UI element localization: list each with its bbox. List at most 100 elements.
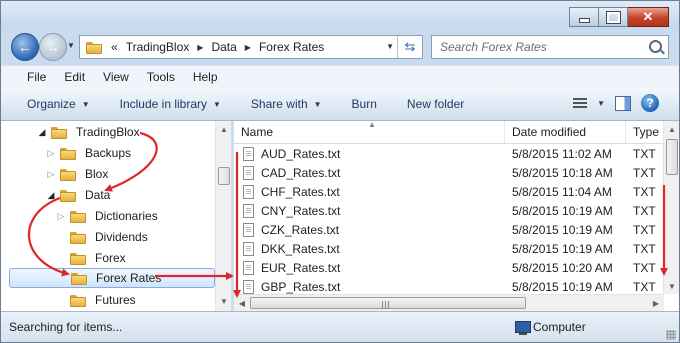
caption-buttons: ✕ <box>569 7 669 27</box>
forward-button[interactable]: → <box>39 33 67 61</box>
tree-item-label: Futures <box>95 293 136 307</box>
explorer-window: ✕ ← → ▼ « TradingBlox ▶ Data ▶ Forex Rat… <box>0 0 680 343</box>
search-input[interactable] <box>438 38 642 56</box>
tree-item-label: Dividends <box>95 230 148 244</box>
file-name: CHF_Rates.txt <box>261 185 340 199</box>
burn-button[interactable]: Burn <box>337 97 392 111</box>
back-button[interactable]: ← <box>11 33 39 61</box>
file-type: TXT <box>633 166 656 180</box>
include-in-library-button[interactable]: Include in library ▼ <box>105 97 236 111</box>
new-folder-button[interactable]: New folder <box>392 97 479 111</box>
breadcrumb-chevron-icon[interactable]: ▶ <box>245 43 251 52</box>
minimize-button[interactable] <box>569 7 599 27</box>
forward-arrow-icon: → <box>46 39 60 55</box>
file-list-vertical-scrollbar[interactable]: ▲ ▼ <box>663 121 679 294</box>
tree-item-blox[interactable]: ▷ Blox <box>46 164 109 184</box>
maximize-button[interactable] <box>599 7 628 27</box>
scroll-thumb[interactable] <box>250 297 526 309</box>
folder-icon <box>60 147 76 160</box>
tree-item-futures[interactable]: Futures <box>56 290 136 310</box>
scroll-thumb[interactable] <box>666 139 678 175</box>
address-dropdown-icon[interactable]: ▼ <box>386 42 394 51</box>
column-header-date[interactable]: Date modified <box>505 121 626 143</box>
tree-item-label: Blox <box>85 167 109 181</box>
change-view-icon[interactable] <box>573 97 588 109</box>
tree-item-forex-rates[interactable]: Forex Rates <box>9 268 215 288</box>
menu-edit[interactable]: Edit <box>55 70 94 84</box>
file-row[interactable]: CAD_Rates.txt 5/8/2015 10:18 AM TXT <box>234 164 664 183</box>
preview-pane-icon[interactable] <box>615 95 631 111</box>
expand-icon[interactable]: ▷ <box>56 211 66 222</box>
scroll-down-icon[interactable]: ▼ <box>216 293 231 309</box>
file-date: 5/8/2015 10:19 AM <box>512 280 613 294</box>
nav-pane-scrollbar[interactable]: ▲ ▼ <box>215 121 231 311</box>
search-icon[interactable] <box>649 40 662 53</box>
tree-item-label: Backups <box>85 146 132 160</box>
status-location: Computer <box>533 320 586 334</box>
refresh-button[interactable]: ⇆ <box>397 36 422 58</box>
scroll-left-icon[interactable]: ◀ <box>234 295 250 311</box>
address-row: ← → ▼ « TradingBlox ▶ Data ▶ Forex Rates… <box>1 31 679 63</box>
collapse-icon[interactable]: ◢ <box>37 127 47 138</box>
file-type: TXT <box>633 147 656 161</box>
recent-pages-dropdown[interactable]: ▼ <box>67 41 75 50</box>
minimize-icon <box>578 17 590 23</box>
file-date: 5/8/2015 10:20 AM <box>512 261 613 275</box>
breadcrumb-overflow[interactable]: « <box>111 40 118 54</box>
breadcrumb-chevron-icon[interactable]: ▶ <box>197 43 203 52</box>
expand-icon[interactable]: ▷ <box>46 148 56 159</box>
organize-button[interactable]: Organize ▼ <box>1 97 105 111</box>
resize-grip-icon[interactable] <box>666 330 676 340</box>
file-row[interactable]: DKK_Rates.txt 5/8/2015 10:19 AM TXT <box>234 240 664 259</box>
tree-item-tradingblox[interactable]: ◢ TradingBlox <box>37 122 140 142</box>
status-bar: Searching for items... Computer <box>1 311 679 342</box>
file-row[interactable]: CHF_Rates.txt 5/8/2015 11:04 AM TXT <box>234 183 664 202</box>
menu-file[interactable]: File <box>1 70 55 84</box>
file-list-horizontal-scrollbar[interactable]: ◀ ▶ <box>234 294 664 311</box>
share-with-button[interactable]: Share with ▼ <box>236 97 337 111</box>
folder-icon <box>70 210 86 223</box>
tree-item-dividends[interactable]: Dividends <box>56 227 148 247</box>
file-row[interactable]: AUD_Rates.txt 5/8/2015 11:02 AM TXT <box>234 145 664 164</box>
organize-label: Organize <box>27 97 76 111</box>
tree-item-dictionaries[interactable]: ▷ Dictionaries <box>56 206 158 226</box>
expand-icon[interactable]: ▷ <box>46 169 56 180</box>
tree-item-forex[interactable]: Forex <box>56 248 126 268</box>
navigation-pane: ◢ TradingBlox ▷ Backups ▷ Blox ◢ Data ▷ … <box>1 121 231 311</box>
file-date: 5/8/2015 11:02 AM <box>512 147 612 161</box>
scroll-down-icon[interactable]: ▼ <box>664 278 679 294</box>
chevron-down-icon: ▼ <box>81 99 90 109</box>
tree-item-backups[interactable]: ▷ Backups <box>46 143 132 163</box>
file-date: 5/8/2015 10:19 AM <box>512 204 613 218</box>
help-icon[interactable]: ? <box>641 94 659 112</box>
folder-icon <box>71 272 87 285</box>
tree-item-label: Forex <box>95 251 126 265</box>
view-options-dropdown-icon[interactable]: ▼ <box>597 99 605 108</box>
scroll-thumb[interactable] <box>218 167 230 185</box>
address-bar[interactable]: « TradingBlox ▶ Data ▶ Forex Rates ▼ ⇆ <box>79 35 423 59</box>
folder-icon <box>60 168 76 181</box>
collapse-icon[interactable]: ◢ <box>46 190 56 201</box>
menu-tools[interactable]: Tools <box>138 70 184 84</box>
column-name-label: Name <box>241 125 274 139</box>
file-row[interactable]: CZK_Rates.txt 5/8/2015 10:19 AM TXT <box>234 221 664 240</box>
column-headers: Name ▲ Date modified Type <box>234 121 679 144</box>
view-tools: ▼ ? <box>573 94 659 112</box>
close-button[interactable]: ✕ <box>628 7 669 27</box>
scroll-up-icon[interactable]: ▲ <box>664 121 679 137</box>
file-row[interactable]: EUR_Rates.txt 5/8/2015 10:20 AM TXT <box>234 259 664 278</box>
search-box[interactable] <box>431 35 669 59</box>
grip-line <box>388 301 389 309</box>
breadcrumb-tradingblox[interactable]: TradingBlox <box>126 40 190 54</box>
column-header-name[interactable]: Name ▲ <box>234 121 505 143</box>
file-date: 5/8/2015 10:19 AM <box>512 242 613 256</box>
scroll-right-icon[interactable]: ▶ <box>648 295 664 311</box>
file-row[interactable]: CNY_Rates.txt 5/8/2015 10:19 AM TXT <box>234 202 664 221</box>
tree-item-label: Data <box>85 188 111 202</box>
breadcrumb-forex-rates[interactable]: Forex Rates <box>259 40 324 54</box>
breadcrumb-data[interactable]: Data <box>211 40 236 54</box>
menu-view[interactable]: View <box>94 70 138 84</box>
menu-help[interactable]: Help <box>184 70 227 84</box>
tree-item-data[interactable]: ◢ Data <box>46 185 111 205</box>
scroll-up-icon[interactable]: ▲ <box>216 121 231 137</box>
